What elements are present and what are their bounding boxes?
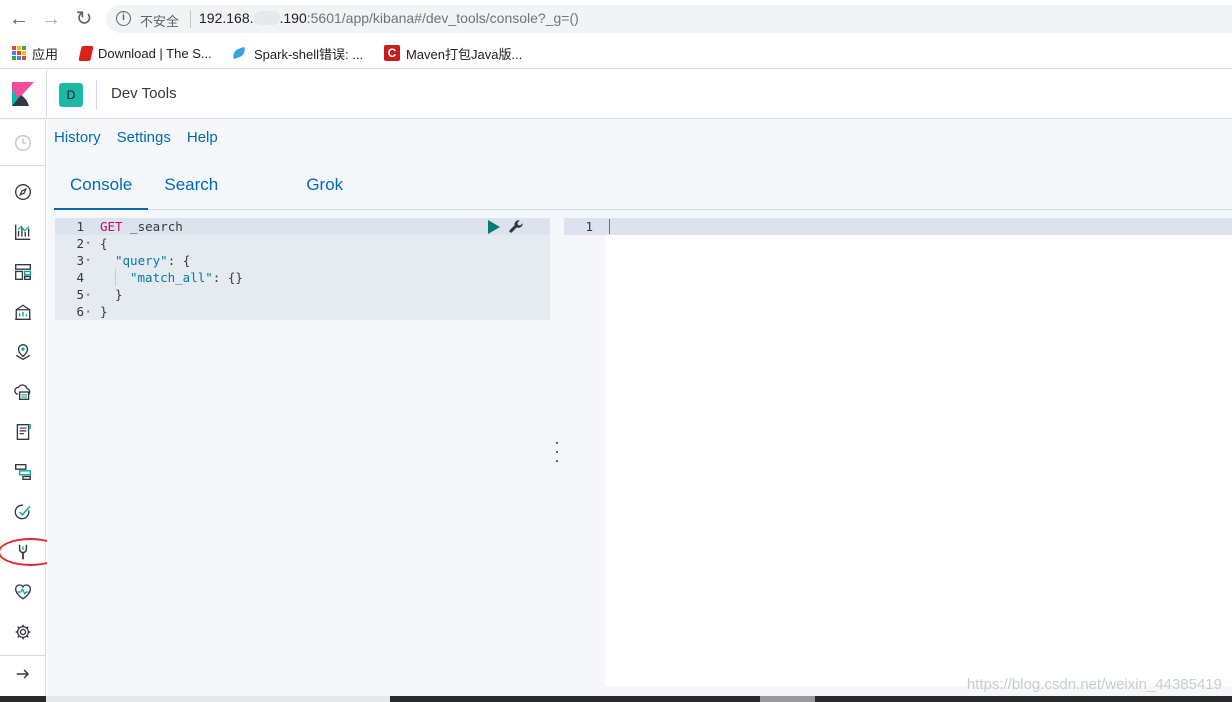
side-nav xyxy=(0,120,63,696)
history-link[interactable]: History xyxy=(54,129,101,146)
bookmark-label: Maven打包Java版... xyxy=(406,46,523,62)
bird-icon xyxy=(232,46,248,60)
http-method: GET xyxy=(100,219,123,234)
header-divider xyxy=(46,70,47,119)
csdn-c-icon: C xyxy=(384,45,400,61)
visualize-icon[interactable] xyxy=(12,221,34,243)
fold-toggle[interactable]: ▾ xyxy=(86,235,90,252)
reload-icon[interactable]: ↻ xyxy=(73,8,95,30)
code-line: 3 ▾ "query": { xyxy=(55,252,550,269)
bookmark-label: Spark-shell错误: ... xyxy=(254,46,364,62)
nav-divider xyxy=(0,655,46,656)
code-text: { xyxy=(100,236,108,251)
json-key: "match_all" xyxy=(130,270,213,285)
redacted-ip xyxy=(253,11,280,25)
maps-icon[interactable] xyxy=(12,341,34,363)
dev-tools-tabs: Console Search Profiler Grok Debugger xyxy=(54,165,436,234)
expand-icon[interactable] xyxy=(12,663,34,685)
canvas-icon[interactable] xyxy=(12,301,34,323)
header-divider xyxy=(96,80,97,110)
taskbar-segment xyxy=(46,696,390,702)
bookmark-apps[interactable]: 应用 xyxy=(12,44,58,62)
active-line xyxy=(564,218,1232,235)
monitoring-icon[interactable] xyxy=(12,581,34,603)
url-host-start: 192.168. xyxy=(199,10,254,26)
send-request-icon[interactable] xyxy=(488,220,500,234)
recently-viewed-icon[interactable] xyxy=(12,132,34,154)
code-text: } xyxy=(100,304,108,319)
code-text: : { xyxy=(167,253,191,268)
info-icon[interactable]: i xyxy=(116,11,131,26)
address-bar[interactable]: i 不安全 192.168. .190:5601/app/kibana#/dev_… xyxy=(106,5,1232,33)
line-number: 5 xyxy=(76,287,84,302)
url-host-end: .190 xyxy=(279,10,307,26)
apps-grid-icon xyxy=(12,46,26,60)
security-label: 不安全 xyxy=(140,14,180,29)
taskbar xyxy=(0,696,1232,702)
taskbar-segment xyxy=(760,696,815,702)
panel-resizer[interactable] xyxy=(553,442,561,462)
console-menu: History Settings Help xyxy=(54,129,218,146)
bookmark-spark[interactable]: Spark-shell错误: ... xyxy=(232,44,363,62)
tabs-underline xyxy=(436,209,1232,210)
fold-toggle[interactable]: ▴ xyxy=(86,286,90,303)
forward-icon[interactable]: → xyxy=(40,8,62,30)
settings-link[interactable]: Settings xyxy=(117,129,171,146)
kibana-logo-icon[interactable] xyxy=(12,82,34,106)
dev-tools-main: History Settings Help Console Search Pro… xyxy=(47,120,1232,696)
json-key: "query" xyxy=(115,253,168,268)
fold-toggle[interactable]: ▾ xyxy=(86,252,90,269)
line-number: 1 xyxy=(76,219,84,234)
management-icon[interactable] xyxy=(12,621,34,643)
browser-toolbar: ← → ↻ i 不安全 192.168. .190:5601/app/kibana… xyxy=(0,0,1232,38)
omnibox-divider xyxy=(190,10,191,28)
bookmark-label: 应用 xyxy=(32,46,59,62)
tab-search-profiler[interactable]: Search Profiler xyxy=(148,165,290,234)
bookmark-maven[interactable]: C Maven打包Java版... xyxy=(384,44,522,62)
url-path: :5601/app/kibana#/dev_tools/console?_g=(… xyxy=(306,10,579,26)
code-text: : {} xyxy=(212,270,243,285)
help-link[interactable]: Help xyxy=(187,129,218,146)
code-line: 2 ▾ { xyxy=(55,235,550,252)
bookmarks-bar: 应用 Download | The S... Spark-shell错误: ..… xyxy=(0,38,1232,69)
output-gutter xyxy=(564,218,605,686)
tab-console[interactable]: Console xyxy=(54,165,149,210)
watermark: https://blog.csdn.net/weixin_44385419 xyxy=(966,676,1222,693)
code-line: 6 ▴ } xyxy=(55,303,550,320)
request-path: _search xyxy=(122,219,183,234)
code-text: } xyxy=(115,287,123,302)
request-editor[interactable]: 1 GET _search 2 ▾ { 3 ▾ "query": { 4 "ma… xyxy=(55,218,550,686)
text-cursor xyxy=(609,219,610,234)
nav-divider xyxy=(0,165,46,166)
wrench-icon[interactable] xyxy=(508,219,524,235)
scala-icon xyxy=(78,45,94,61)
dashboard-icon[interactable] xyxy=(12,261,34,283)
bookmark-scala[interactable]: Download | The S... xyxy=(78,44,212,62)
apm-icon[interactable] xyxy=(12,461,34,483)
logs-icon[interactable] xyxy=(12,421,34,443)
line-number: 6 xyxy=(76,304,84,319)
response-output[interactable]: 1 xyxy=(564,218,1232,686)
discover-icon[interactable] xyxy=(12,181,34,203)
uptime-icon[interactable] xyxy=(12,501,34,523)
kibana-header: D Dev Tools xyxy=(0,70,1232,119)
breadcrumb: Dev Tools xyxy=(111,85,177,102)
line-number: 3 xyxy=(76,253,84,268)
fold-toggle[interactable]: ▴ xyxy=(86,303,90,320)
bookmark-label: Download | The S... xyxy=(98,45,212,61)
infrastructure-icon[interactable] xyxy=(12,381,34,403)
request-actions xyxy=(488,219,524,235)
code-line: 5 ▴ } xyxy=(55,286,550,303)
space-avatar[interactable]: D xyxy=(59,83,83,107)
line-number: 4 xyxy=(76,270,84,285)
line-number: 1 xyxy=(585,219,593,234)
tab-grok-debugger[interactable]: Grok Debugger xyxy=(290,165,436,234)
code-line: 1 GET _search xyxy=(55,218,550,235)
code-line: 4 "match_all": {} xyxy=(55,269,550,286)
url-text[interactable]: 192.168. .190:5601/app/kibana#/dev_tools/… xyxy=(199,10,579,26)
back-icon[interactable]: ← xyxy=(8,8,30,30)
line-number: 2 xyxy=(76,236,84,251)
